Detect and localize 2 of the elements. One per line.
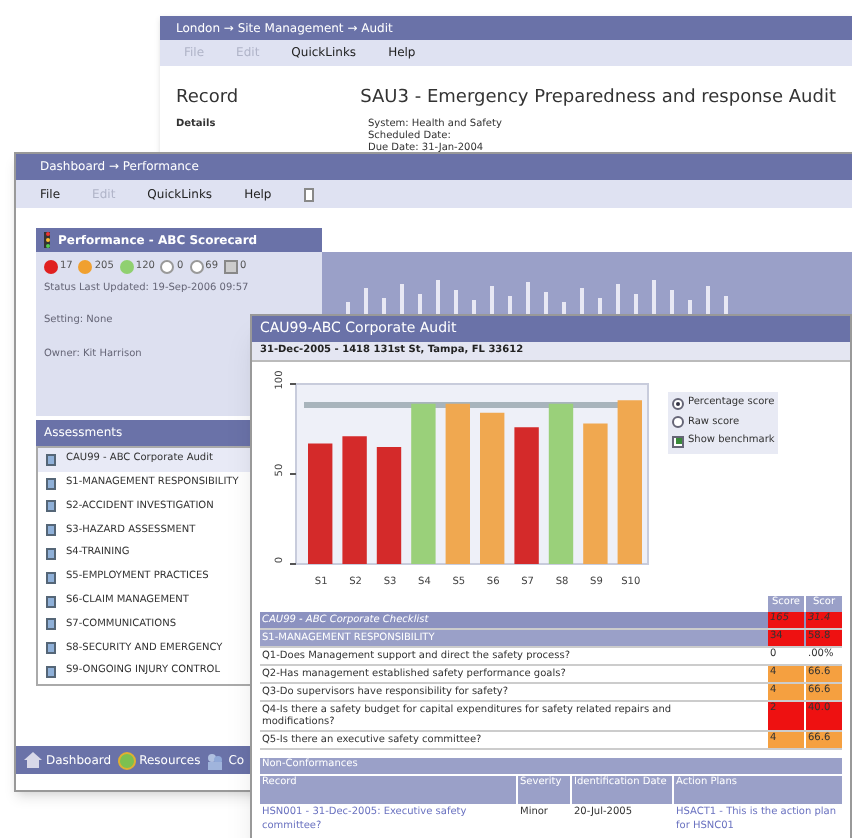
record-label: Record [176,86,241,112]
record-title: SAU3 - Emergency Preparedness and response Audit [360,86,836,112]
